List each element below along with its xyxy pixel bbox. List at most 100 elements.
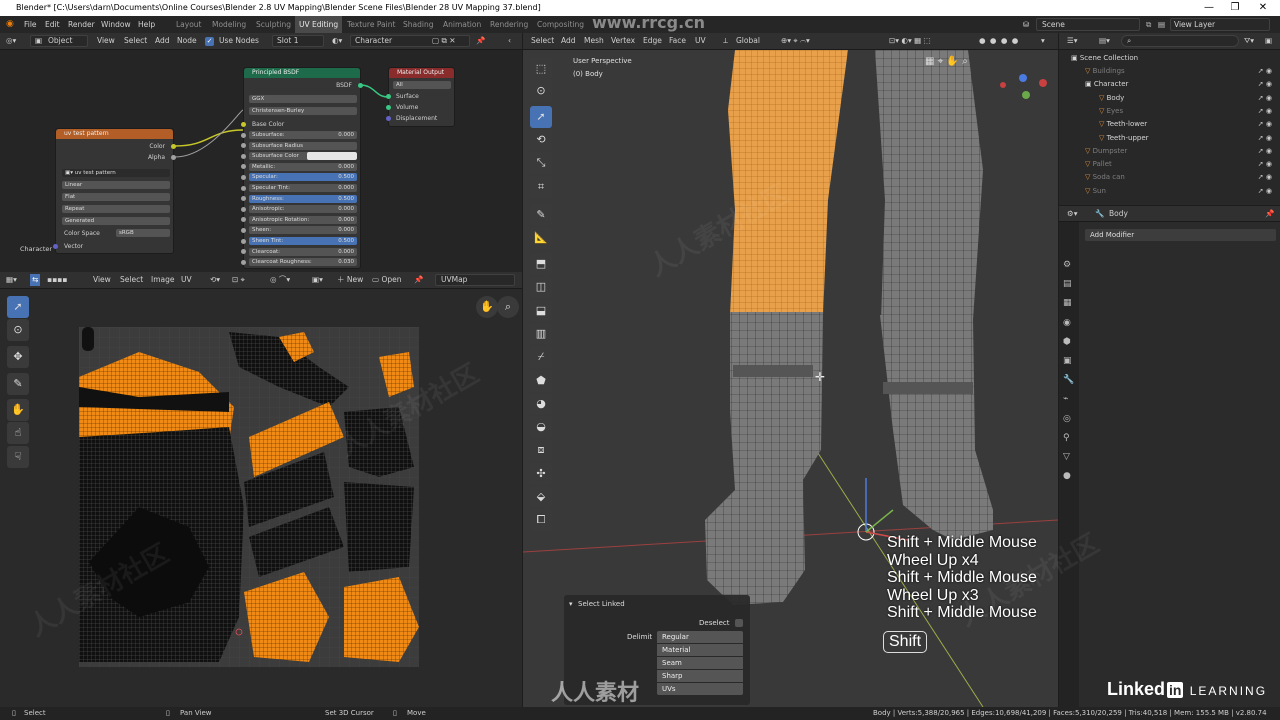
new-image-button[interactable]: ＋ New	[337, 272, 363, 288]
sidebar-toggle-icon[interactable]: ‹	[508, 33, 511, 49]
source-dropdown[interactable]: Generated	[62, 217, 170, 225]
outliner-type-icon[interactable]: ☰▾	[1067, 33, 1078, 49]
volume-socket[interactable]	[386, 105, 391, 110]
image-selector[interactable]: ▣▾ uv test pattern	[62, 169, 170, 177]
menu-window[interactable]: Window	[101, 16, 131, 33]
projection-dropdown[interactable]: Flat	[62, 193, 170, 201]
visibility-icon[interactable]: ➚ ◉	[1258, 78, 1272, 91]
bsdf-field[interactable]: Sheen: 0.000	[249, 226, 357, 235]
tab-uv-editing[interactable]: UV Editing	[295, 16, 343, 33]
scene-collection-row[interactable]: ▣ Scene Collection	[1059, 52, 1280, 65]
gizmo-icons[interactable]: ⊡▾ ◐▾ ▦ ⬚	[889, 33, 931, 49]
proportional-icons[interactable]: ◎ ⌒▾	[270, 272, 290, 288]
node-menu-select[interactable]: Select	[124, 33, 147, 49]
vp-tool-measure[interactable]: 📐	[530, 227, 552, 249]
pin-icon[interactable]: 📌	[476, 33, 485, 49]
snap-icons[interactable]: ⊡ ⌖	[232, 272, 245, 288]
vp-tool-inset[interactable]: ◫	[530, 276, 552, 298]
bsdf-input-socket[interactable]	[241, 217, 246, 223]
bsdf-field[interactable]: Sheen Tint: 0.500	[249, 237, 357, 245]
delimit-sharp[interactable]: Sharp	[657, 670, 743, 682]
menu-edit[interactable]: Edit	[45, 16, 60, 33]
uv-tool-annotate[interactable]: ✎	[7, 373, 29, 395]
display-mode-icon[interactable]: ▤▾	[1099, 33, 1110, 49]
uv-tool-grab[interactable]: ✋	[7, 399, 29, 421]
panel-collapse-icon[interactable]: ▾	[569, 600, 573, 608]
uv-editor-type-icon[interactable]: ▦▾	[6, 272, 17, 288]
open-image-button[interactable]: ▭ Open	[372, 272, 402, 288]
surface-socket[interactable]	[386, 94, 391, 99]
bsdf-field[interactable]: Subsurface Radius	[249, 141, 357, 150]
slot-dropdown[interactable]: Slot 1	[277, 33, 299, 49]
material-output-node[interactable]: Material Output All Surface Volume Displ…	[386, 67, 455, 127]
3d-viewport[interactable]: User Perspective (0) Body ➚ ⬚ ⊙ ⟲ ⤡ ⌗ ✎ …	[523, 50, 1058, 707]
properties-tab-icons[interactable]: ⚙ ▤ ▦ ◉ ⬢ ▣ 🔧 ⌁ ◎ ⚲ ▽ ●	[1063, 256, 1074, 486]
pivot-point-icon[interactable]: ⊕▾ ⌖ ⌒▾	[781, 33, 810, 49]
outliner-item[interactable]: ▽ Teeth-upper ➚ ◉	[1059, 132, 1280, 145]
uv-zoom-icon[interactable]: ⌕	[497, 296, 519, 318]
uv-tool-select[interactable]: ➚	[7, 296, 29, 318]
bsdf-input-socket[interactable]	[241, 238, 246, 244]
bsdf-field[interactable]: Subsurface: 0.000	[249, 131, 357, 139]
outliner-item[interactable]: ▽ Teeth-lower ➚ ◉	[1059, 118, 1280, 131]
bsdf-input-socket[interactable]	[241, 249, 246, 255]
vp-menu-face[interactable]: Face	[669, 33, 686, 49]
visibility-icon[interactable]: ➚ ◉	[1258, 65, 1272, 78]
tab-texture-paint[interactable]: Texture Paint	[343, 16, 399, 33]
displacement-socket[interactable]	[386, 116, 391, 121]
outliner-item[interactable]: ▽ Dumpster ➚ ◉	[1059, 145, 1280, 158]
sync-selection-icon[interactable]: ⇆	[30, 274, 41, 286]
uv-pin-icon[interactable]: 📌	[414, 272, 423, 288]
output-target-dropdown[interactable]: All	[393, 81, 451, 89]
visibility-icon[interactable]: ➚ ◉	[1258, 105, 1272, 118]
visibility-icon[interactable]: ➚ ◉	[1258, 158, 1272, 171]
filter-icon[interactable]: ⛛▾	[1244, 33, 1254, 49]
uv-hand-icon[interactable]: ✋	[476, 296, 498, 318]
nav-gizmo-neg-x[interactable]	[1000, 82, 1006, 88]
bsdf-input-socket[interactable]	[241, 174, 246, 180]
bsdf-input-socket[interactable]	[241, 132, 246, 138]
tab-rendering[interactable]: Rendering	[486, 16, 532, 33]
outliner-search-icon[interactable]: ⌕	[1127, 33, 1131, 49]
bsdf-input-socket[interactable]	[241, 143, 246, 149]
outliner-item[interactable]: ▣ Character ➚ ◉	[1059, 78, 1280, 91]
bsdf-field[interactable]: Anisotropic Rotation: 0.000	[249, 215, 357, 224]
scene-icon[interactable]: ⛁	[1023, 16, 1029, 33]
extension-dropdown[interactable]: Repeat	[62, 205, 170, 213]
right-boot[interactable]	[880, 315, 993, 540]
outliner-item[interactable]: ▽ Eyes ➚ ◉	[1059, 105, 1280, 118]
visibility-icon[interactable]: ➚ ◉	[1258, 185, 1272, 198]
uv-tool-relax[interactable]: ☝	[7, 422, 29, 444]
vp-tool-rotate[interactable]: ⟲	[530, 129, 552, 151]
close-button[interactable]: ✕	[1250, 0, 1276, 16]
pivot-icon[interactable]: ⟲▾	[210, 272, 220, 288]
outliner-item[interactable]: ▽ Pallet ➚ ◉	[1059, 158, 1280, 171]
vp-nav-buttons-icon[interactable]: ▦ ⌖ ✋ ⌕	[925, 56, 968, 67]
outliner-item[interactable]: ▽ Soda can ➚ ◉	[1059, 171, 1280, 184]
vp-tool-select-box[interactable]: ⬚	[530, 58, 552, 80]
uv-island-boot-d[interactable]	[344, 482, 414, 572]
bsdf-field[interactable]: Clearcoat: 0.000	[249, 247, 357, 256]
nav-gizmo-y[interactable]	[1022, 91, 1030, 99]
vp-tool-edge-slide[interactable]: ⧈	[530, 439, 552, 461]
node-menu-node[interactable]: Node	[177, 33, 197, 49]
bsdf-input-socket[interactable]	[241, 206, 246, 212]
node-menu-view[interactable]: View	[97, 33, 115, 49]
bsdf-field[interactable]: Specular Tint: 0.000	[249, 184, 357, 192]
vp-menu-mesh[interactable]: Mesh	[584, 33, 604, 49]
view-layer-name[interactable]: View Layer	[1174, 16, 1215, 33]
vp-tool-select[interactable]: ➚	[530, 106, 552, 128]
principled-bsdf-node[interactable]: Principled BSDF BSDF GGX Christensen-Bur…	[241, 67, 363, 269]
vp-tool-annotate[interactable]: ✎	[530, 204, 552, 226]
tab-shading[interactable]: Shading	[399, 16, 437, 33]
image-texture-node[interactable]: uv test pattern Color Alpha ▣▾ uv test p…	[53, 128, 176, 254]
delimit-material[interactable]: Material	[657, 644, 743, 656]
outliner-item[interactable]: ▽ Sun ➚ ◉	[1059, 185, 1280, 198]
outliner-item[interactable]: ▽ Body ➚ ◉	[1059, 92, 1280, 105]
maximize-button[interactable]: ❐	[1222, 0, 1248, 16]
bsdf-socket[interactable]	[358, 83, 363, 88]
nav-gizmo-x[interactable]	[1039, 79, 1047, 87]
object-mode-dropdown[interactable]: Object	[48, 33, 72, 49]
vp-tool-rip[interactable]: ⧠	[530, 509, 552, 531]
bsdf-field[interactable]: Clearcoat Roughness: 0.030	[249, 258, 357, 267]
